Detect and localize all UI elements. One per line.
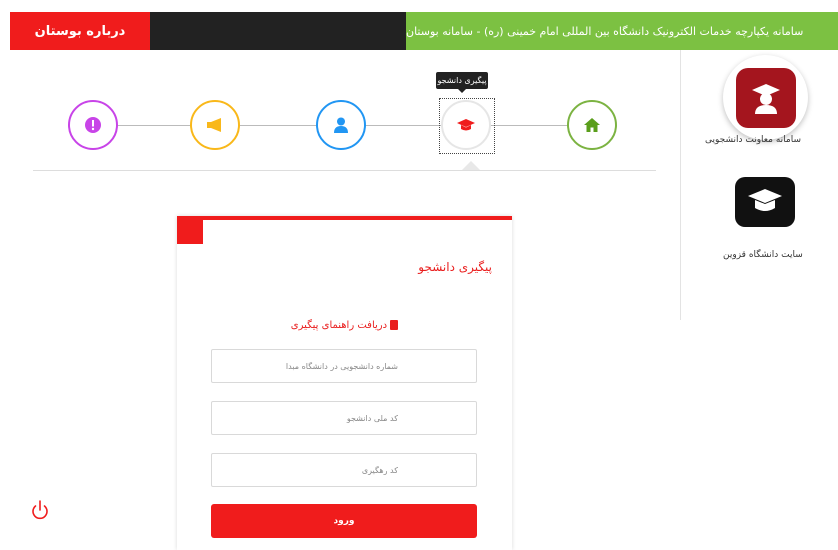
step-user[interactable] [316,100,366,150]
top-bar-spacer [150,12,406,50]
student-affairs-icon [735,67,796,128]
step-announcements[interactable] [190,100,240,150]
followup-form-card: پیگیری دانشجو دریافت راهنمای پیگیری ورود [177,216,512,550]
system-title-banner: سامانه یکپارچه خدمات الکترونیک دانشگاه ب… [406,12,838,50]
guide-download-label: دریافت راهنمای پیگیری [290,320,388,331]
form-title: پیگیری دانشجو [418,260,492,274]
card-corner-accent [177,216,203,244]
step-focus-outline [439,98,495,154]
university-cap-icon [748,189,782,211]
home-icon [584,118,600,132]
top-bar: درباره بوستان سامانه یکپارچه خدمات الکتر… [10,12,838,50]
student-affairs-link[interactable] [723,55,808,140]
step-home[interactable] [567,100,617,150]
guide-download-link[interactable]: دریافت راهنمای پیگیری [177,320,512,331]
active-step-caret [462,161,480,170]
book-icon [390,320,399,330]
login-button[interactable]: ورود [211,504,477,538]
steps-divider [33,170,656,171]
user-icon [334,117,348,133]
power-icon[interactable] [30,498,50,522]
step-alert[interactable] [68,100,118,150]
alert-icon [85,117,101,133]
about-bustan-link[interactable]: درباره بوستان [10,12,150,50]
qazvin-university-label[interactable]: سایت دانشگاه قزوین [723,250,803,260]
tracking-code-input[interactable] [211,453,477,487]
step-tooltip: پیگیری دانشجو [436,72,488,93]
megaphone-icon [207,118,221,132]
qazvin-university-link[interactable] [735,177,795,227]
national-id-input[interactable] [211,401,477,435]
sidebar-divider [680,50,681,320]
student-affairs-label[interactable]: سامانه معاونت دانشجویی [705,135,801,145]
student-number-input[interactable] [211,349,477,383]
